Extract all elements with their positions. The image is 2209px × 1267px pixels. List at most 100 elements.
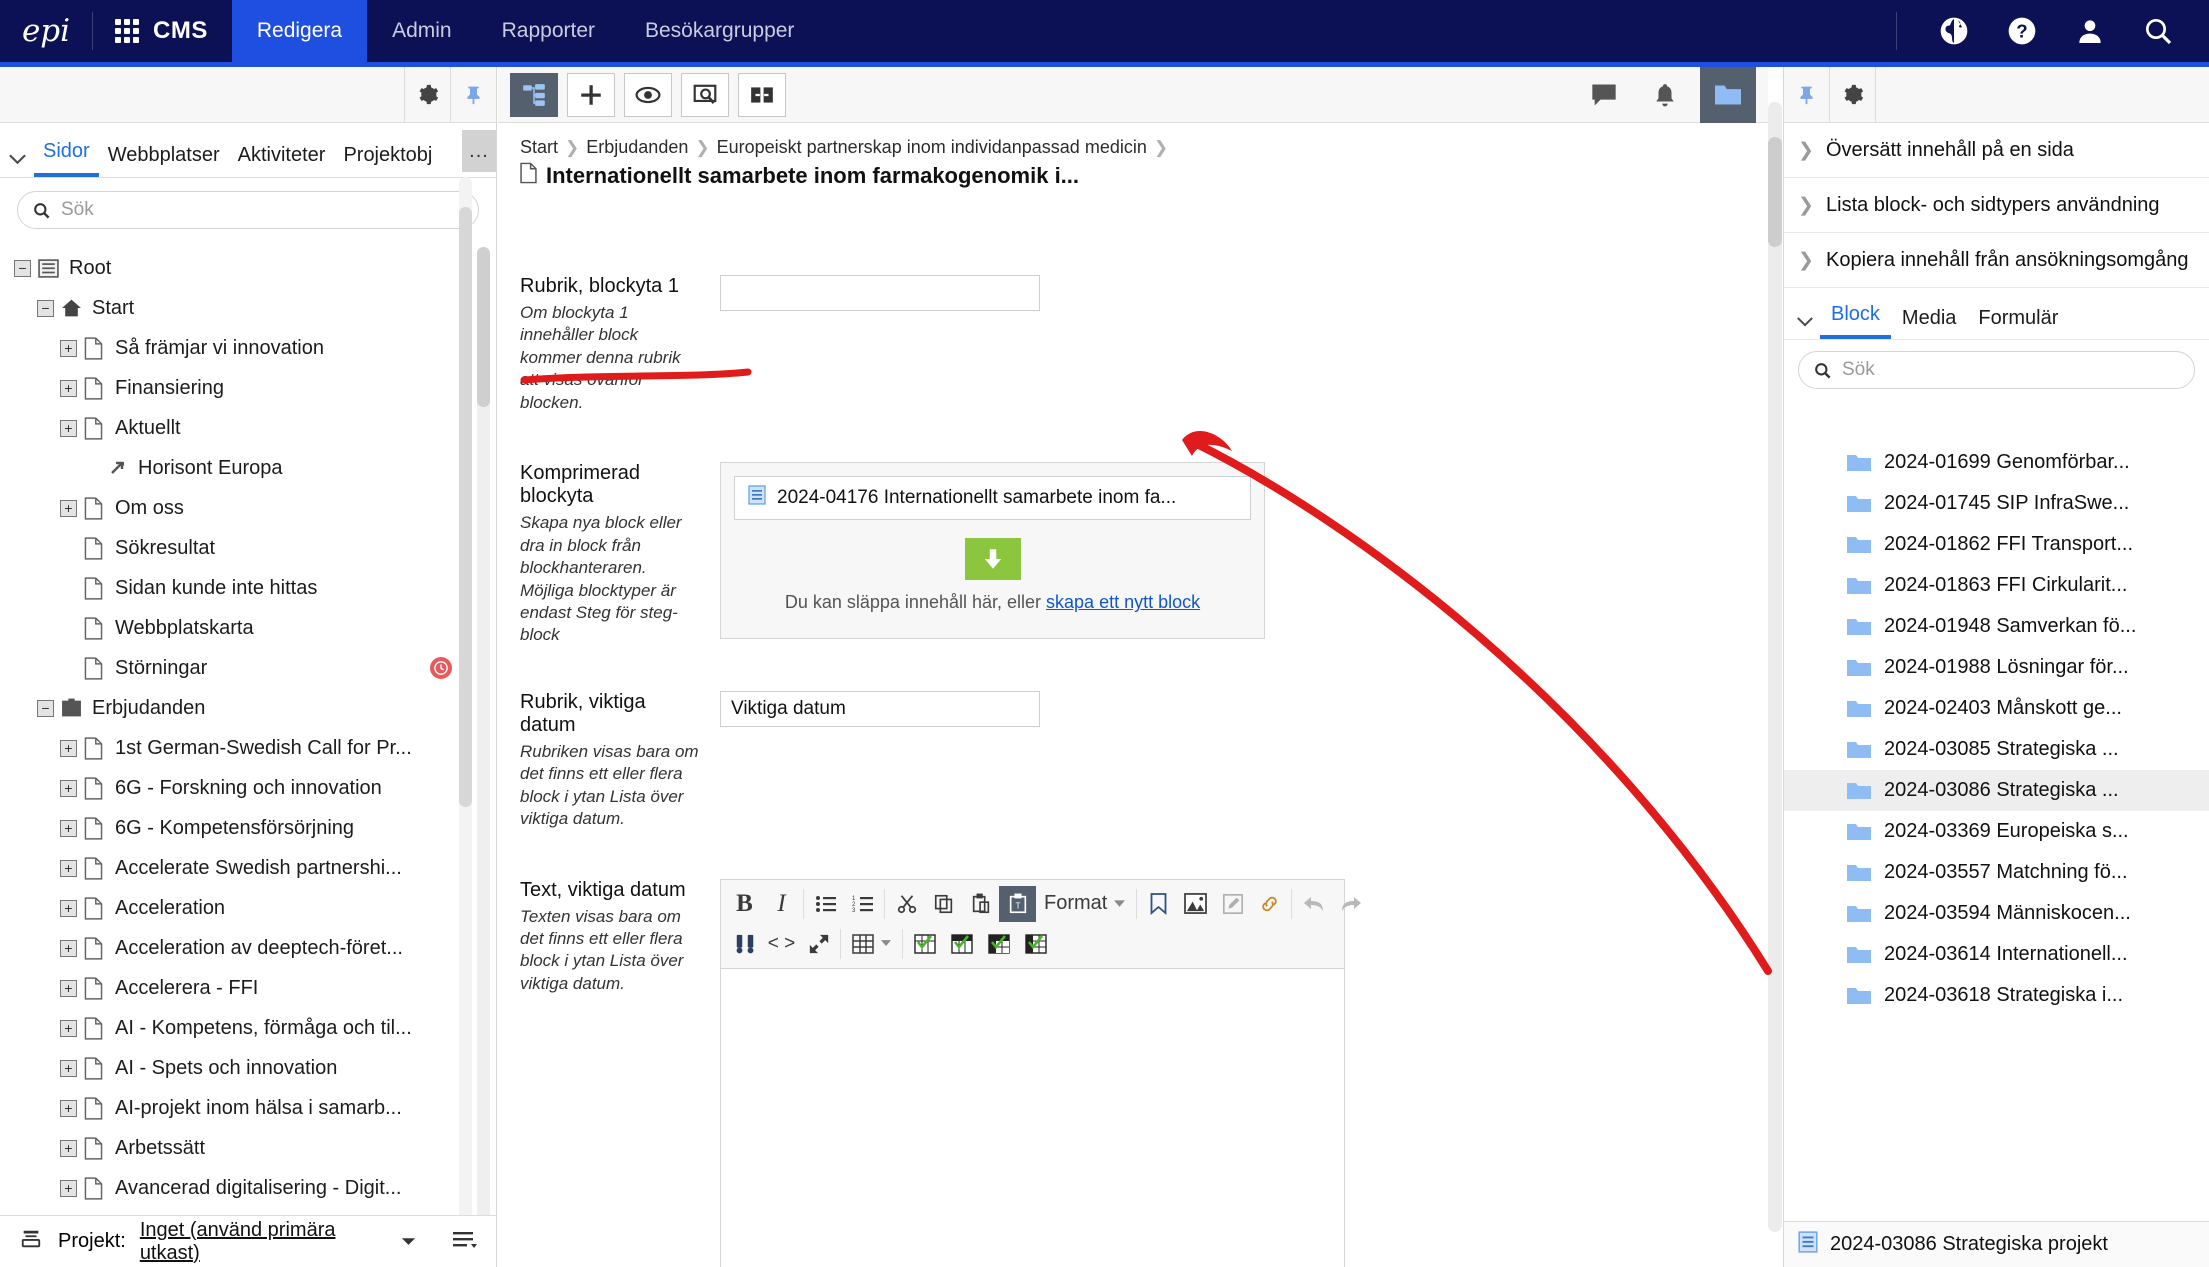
tab-redigera[interactable]: Redigera [231, 0, 368, 62]
table-style-1-icon[interactable] [906, 926, 943, 962]
expand-toggle-icon[interactable]: + [60, 1059, 77, 1077]
link-icon[interactable] [1251, 886, 1288, 922]
expand-toggle-icon[interactable]: + [60, 1019, 77, 1037]
tree-node[interactable]: + Avancerad digitalisering - Digit... [0, 1168, 496, 1208]
user-icon[interactable] [2073, 14, 2107, 48]
tree-node[interactable]: + Så främjar vi innovation [0, 328, 496, 368]
expand-toggle-icon[interactable]: + [60, 1139, 77, 1157]
tree-node[interactable]: Störningar [0, 648, 496, 688]
block-list-item[interactable]: 2024-04176 Internationellt samarbete ino… [734, 476, 1251, 521]
tree-inner-scrollbar-track[interactable] [459, 177, 472, 1267]
table-style-2-icon[interactable] [943, 926, 980, 962]
search-input[interactable] [61, 199, 464, 221]
paste-icon[interactable] [962, 886, 999, 922]
chevron-down-icon[interactable] [1790, 316, 1820, 339]
expand-toggle-icon[interactable]: + [60, 779, 77, 797]
panel-scrollbar-track[interactable] [1768, 102, 1782, 1232]
expand-toggle-icon[interactable]: + [60, 819, 77, 837]
tree-node[interactable]: Webbplatskarta [0, 608, 496, 648]
expand-toggle-icon[interactable]: + [60, 739, 77, 757]
anchor-icon[interactable] [1140, 886, 1177, 922]
block-folder-row[interactable]: 2024-02403 Månskott ge... [1784, 688, 2209, 729]
block-folder-row[interactable]: 2024-03594 Människocen... [1784, 893, 2209, 934]
globe-icon[interactable] [1937, 14, 1971, 48]
sidebar-tab-projektobjekt[interactable]: Projektobj [334, 144, 439, 177]
table-style-4-icon[interactable] [1017, 926, 1054, 962]
rte-editing-surface[interactable] [721, 968, 1344, 1267]
tree-node[interactable]: + Om oss [0, 488, 496, 528]
cut-icon[interactable] [888, 886, 925, 922]
tab-block[interactable]: Block [1820, 303, 1891, 339]
project-value-dropdown[interactable]: Inget (använd primära utkast) [140, 1219, 387, 1265]
tree-node[interactable]: + AI - Kompetens, förmåga och til... [0, 1008, 496, 1048]
tree-node[interactable]: + Acceleration av deeptech-föret... [0, 928, 496, 968]
tab-formular[interactable]: Formulär [1967, 307, 2069, 339]
tree-node[interactable]: + Accelerate Swedish partnershi... [0, 848, 496, 888]
collapse-toggle-icon[interactable]: − [37, 699, 54, 717]
redo-icon[interactable] [1332, 886, 1369, 922]
tab-admin[interactable]: Admin [367, 0, 477, 62]
collapse-toggle-icon[interactable]: − [37, 299, 54, 317]
block-folder-row[interactable]: 2024-03085 Strategiska ... [1784, 729, 2209, 770]
bold-icon[interactable]: B [726, 886, 763, 922]
find-replace-icon[interactable] [726, 926, 763, 962]
block-folder-row[interactable]: 2024-03086 Strategiska ... [1784, 770, 2209, 811]
add-icon[interactable] [567, 72, 615, 117]
help-icon[interactable]: ? [2005, 14, 2039, 48]
block-folder-row[interactable]: 2024-01863 FFI Cirkularit... [1784, 565, 2209, 606]
create-new-block-link[interactable]: skapa ett nytt block [1046, 592, 1200, 612]
tree-node[interactable]: + AI - Spets och innovation [0, 1048, 496, 1088]
tree-node[interactable]: +6G - Forskning och innovation [0, 768, 496, 808]
expand-toggle-icon[interactable]: + [60, 419, 77, 437]
block-folder-row[interactable]: 2024-01988 Lösningar för... [1784, 647, 2209, 688]
source-code-icon[interactable]: < > [763, 926, 800, 962]
tree-node[interactable]: + AI-projekt inom hälsa i samarb... [0, 1088, 496, 1128]
table-style-3-icon[interactable] [980, 926, 1017, 962]
tree-node[interactable]: Horisont Europa [0, 448, 496, 488]
fullscreen-icon[interactable] [800, 926, 837, 962]
pin-icon[interactable] [450, 67, 496, 122]
tree-node[interactable]: + Aktuellt [0, 408, 496, 448]
app-grid-icon[interactable] [115, 19, 139, 43]
search-box[interactable] [17, 191, 479, 229]
expand-toggle-icon[interactable]: + [60, 939, 77, 957]
block-folder-row[interactable]: 2024-01699 Genomförbar... [1784, 442, 2209, 483]
search-input[interactable] [1842, 359, 2180, 381]
block-folder-row[interactable]: 2024-03369 Europeiska s... [1784, 811, 2209, 852]
chevron-down-icon[interactable] [0, 153, 34, 177]
block-folder-row[interactable]: 2024-03618 Strategiska i... [1784, 975, 2209, 1016]
epiesrver-logo[interactable]: epi [0, 0, 92, 62]
rubrik-blockyta-1-input[interactable] [720, 275, 1040, 311]
block-folder-row[interactable]: 2024-03614 Internationell... [1784, 934, 2209, 975]
tree-node[interactable]: − Start [0, 288, 496, 328]
gear-icon[interactable] [1830, 67, 1876, 122]
bulleted-list-icon[interactable] [807, 886, 844, 922]
chevron-down-icon[interactable] [401, 1230, 416, 1253]
list-options-icon[interactable] [452, 1229, 478, 1255]
block-folder-row[interactable]: 2024-01745 SIP InfraSwe... [1784, 483, 2209, 524]
breadcrumb-item-partnerskap[interactable]: Europeiskt partnerskap inom individanpas… [717, 137, 1147, 158]
tree-node[interactable]: Sidan kunde inte hittas [0, 568, 496, 608]
tree-scrollbar-track[interactable] [477, 247, 490, 1262]
tab-rapporter[interactable]: Rapporter [477, 0, 620, 62]
sidebar-tab-aktiviteter[interactable]: Aktiviteter [229, 144, 335, 177]
preview-icon[interactable] [624, 72, 672, 117]
pin-icon[interactable] [1784, 67, 1830, 122]
tree-node[interactable]: +6G - Kompetensförsörjning [0, 808, 496, 848]
expand-icon[interactable] [738, 72, 786, 117]
tree-node[interactable]: +Avancerad digitalisering - Elekt... [0, 1208, 496, 1215]
tree-node[interactable]: − Erbjudanden [0, 688, 496, 728]
expand-toggle-icon[interactable]: + [60, 1179, 77, 1197]
folder-icon[interactable] [1700, 67, 1756, 123]
drop-zone[interactable]: Du kan släppa innehåll här, eller skapa … [734, 520, 1251, 625]
expand-toggle-icon[interactable]: + [60, 339, 77, 357]
block-folder-row[interactable]: 2024-01948 Samverkan fö... [1784, 606, 2209, 647]
block-folder-row[interactable]: 2024-01862 FFI Transport... [1784, 524, 2209, 565]
expand-toggle-icon[interactable]: + [60, 1099, 77, 1117]
breadcrumb-item-erbjudanden[interactable]: Erbjudanden [586, 137, 688, 158]
sidebar-tab-webbplatser[interactable]: Webbplatser [99, 144, 229, 177]
image-icon[interactable] [1177, 886, 1214, 922]
comment-icon[interactable] [1578, 73, 1630, 117]
accordion-oversatt-innehall[interactable]: ❯ Översätt innehåll på en sida [1784, 123, 2209, 178]
tab-overflow-button[interactable]: ... [462, 130, 496, 172]
